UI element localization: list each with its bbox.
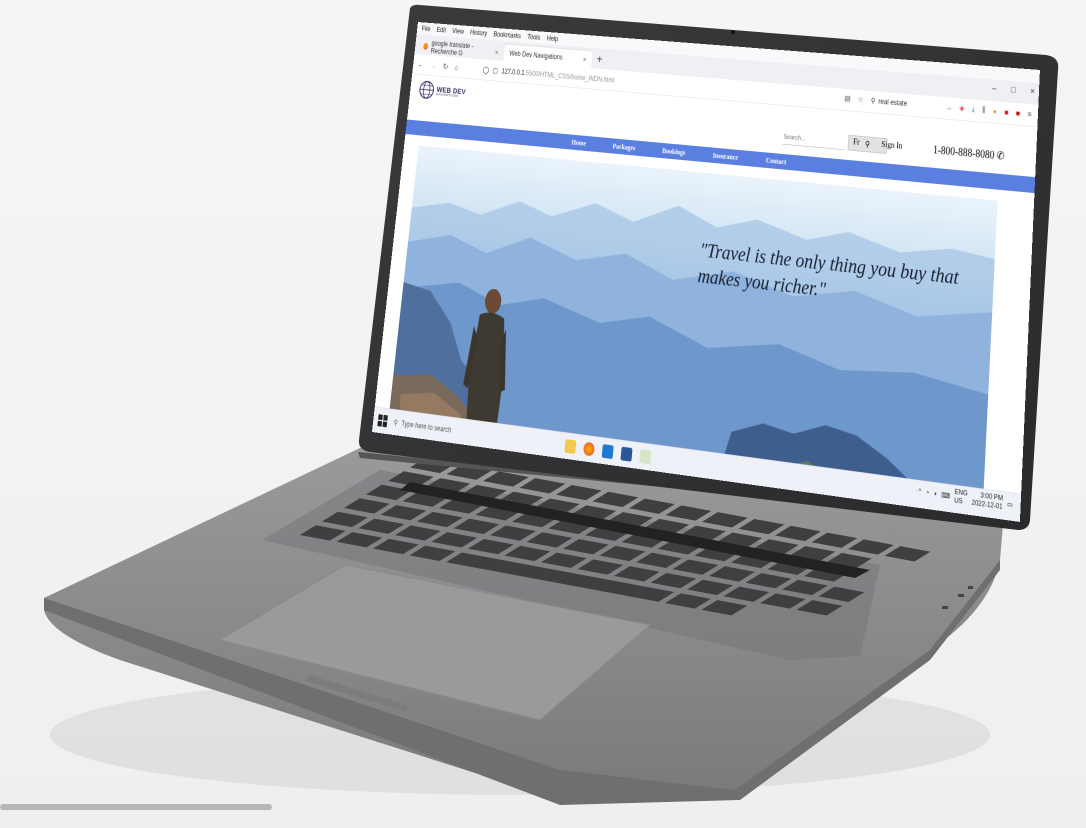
notification-icon[interactable]: ▭ xyxy=(1007,500,1013,509)
menu-help[interactable]: Help xyxy=(546,34,558,43)
extension-icon[interactable]: ■ xyxy=(1004,107,1009,116)
nav-insurance[interactable]: Insurance xyxy=(712,151,738,162)
globe-icon xyxy=(417,79,435,100)
url-host: 127.0.0.1 xyxy=(501,67,525,77)
scroll-indicator xyxy=(0,804,272,810)
menu-view[interactable]: View xyxy=(452,27,464,36)
network-icon[interactable]: ◔ xyxy=(925,489,929,497)
forward-arrow-icon[interactable]: → xyxy=(430,61,437,70)
search-input[interactable] xyxy=(782,129,846,150)
find-next-arrow-icon[interactable]: → xyxy=(945,102,952,112)
volume-icon[interactable]: ◖ xyxy=(933,490,937,498)
keyboard-icon[interactable]: ⌨ xyxy=(941,491,950,500)
tray-region: US xyxy=(954,496,963,506)
language-indicator[interactable]: ENG US xyxy=(954,488,968,507)
word-icon[interactable] xyxy=(620,446,633,462)
phone-icon: ✆ xyxy=(996,149,1005,163)
search-icon: ⚲ xyxy=(393,418,399,428)
usb-port xyxy=(968,586,973,589)
new-tab-button[interactable]: + xyxy=(591,53,607,69)
shield-icon: ◯ xyxy=(482,65,490,74)
close-window-button[interactable]: × xyxy=(1030,86,1035,96)
usb-port xyxy=(958,594,964,597)
usb-port xyxy=(942,606,948,609)
nav-home[interactable]: Home xyxy=(571,138,586,148)
chevron-up-icon[interactable]: ^ xyxy=(918,488,921,496)
window-controls: – □ × xyxy=(992,83,1035,96)
menu-bookmarks[interactable]: Bookmarks xyxy=(493,30,521,40)
menu-edit[interactable]: Edit xyxy=(436,26,446,34)
nav-packages[interactable]: Packages xyxy=(612,142,635,153)
phone-text: 1-800-888-8080 xyxy=(932,143,995,162)
search-icon: ⚲ xyxy=(870,96,876,106)
back-arrow-icon[interactable]: ← xyxy=(417,60,424,69)
pocket-icon[interactable]: ◈ xyxy=(959,103,965,113)
site-logo[interactable]: WEB DEV NAVIGATIONS xyxy=(417,79,466,103)
hamburger-menu-icon[interactable]: ≡ xyxy=(1027,109,1031,118)
menu-tools[interactable]: Tools xyxy=(527,33,541,42)
download-icon[interactable]: ⤓ xyxy=(972,104,975,114)
reader-view-icon[interactable]: ▤ xyxy=(844,94,851,104)
nav-bookings[interactable]: Bookings xyxy=(662,146,686,157)
taskbar-apps xyxy=(564,439,652,465)
firefox-icon[interactable] xyxy=(582,441,595,457)
library-icon[interactable]: ⫼ xyxy=(982,105,986,115)
find-text: real estate xyxy=(878,97,908,108)
logo-text: WEB DEV NAVIGATIONS xyxy=(436,85,466,98)
reload-icon[interactable]: ↻ xyxy=(442,61,448,71)
firefox-icon xyxy=(423,42,429,50)
tab-close-icon[interactable]: × xyxy=(495,48,499,57)
extension-icon[interactable]: ■ xyxy=(1016,108,1021,117)
tab-close-icon[interactable]: × xyxy=(582,55,586,64)
paint-icon[interactable] xyxy=(639,449,652,465)
file-explorer-icon[interactable] xyxy=(564,439,577,454)
phone-number: 1-800-888-8080 ✆ xyxy=(933,144,1005,163)
windows-start-icon[interactable] xyxy=(377,414,388,428)
magnifier-icon: ⚲ xyxy=(864,139,871,149)
scene: File Edit View History Bookmarks Tools H… xyxy=(0,0,1086,828)
page-icon: ▢ xyxy=(492,66,499,75)
tab-title: Web Dev Navigations xyxy=(508,49,563,62)
home-icon[interactable]: ⌂ xyxy=(454,63,459,72)
url-path: :5500/HTML_CSS/home_WDN.html xyxy=(524,68,615,85)
language-switch[interactable]: Fr xyxy=(853,138,860,148)
extension-icon[interactable]: ● xyxy=(993,106,998,115)
minimize-button[interactable]: – xyxy=(992,83,997,93)
maximize-button[interactable]: □ xyxy=(1011,85,1016,95)
bookmark-star-icon[interactable]: ☆ xyxy=(858,95,864,105)
nav-contact[interactable]: Contact xyxy=(766,156,787,167)
clock[interactable]: 3:00 PM 2022-12-01 xyxy=(971,490,1003,512)
sign-in-link[interactable]: Sign In xyxy=(881,140,903,151)
menu-file[interactable]: File xyxy=(421,25,430,33)
vscode-icon[interactable] xyxy=(601,444,614,460)
menu-history[interactable]: History xyxy=(470,28,488,37)
taskbar-search-placeholder: Type here to search xyxy=(401,419,452,435)
site-search: ⚲ xyxy=(782,129,888,154)
find-box[interactable]: ⚲ real estate xyxy=(871,96,908,107)
camera xyxy=(731,30,735,34)
